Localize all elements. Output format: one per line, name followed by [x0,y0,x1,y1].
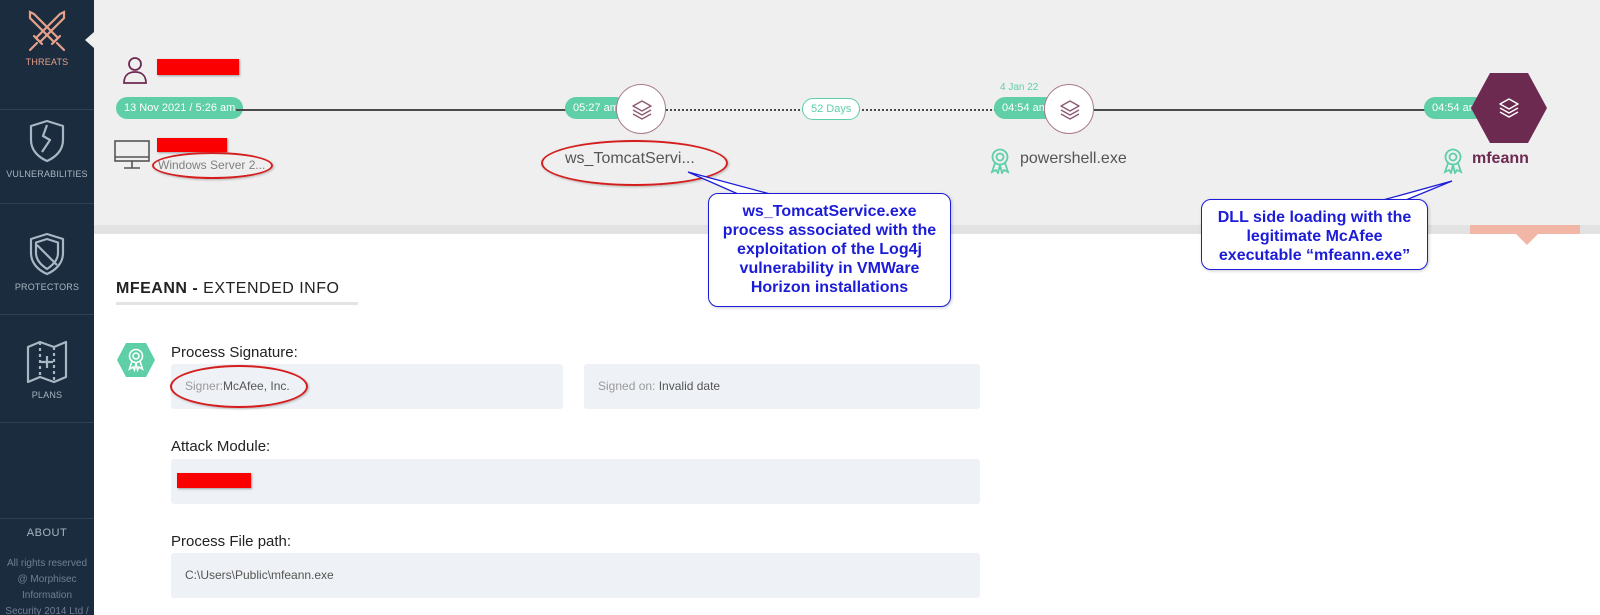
annotation-ellipse-signer [170,365,308,408]
timeline-node-mfeann-selected[interactable] [1470,72,1548,144]
certificate-icon [990,148,1010,174]
layers-icon [1060,100,1080,120]
nav-label: PLANS [31,390,63,400]
nav-plans[interactable]: PLANS [0,313,94,423]
map-icon [26,340,68,384]
nav-label: THREATS [25,57,69,67]
redacted-attack-module [177,473,251,488]
nav-vulnerabilities[interactable]: VULNERABILITIES [0,94,94,204]
file-path-label: Process File path: [171,533,292,550]
computer-icon [114,140,150,169]
signed-on-value: Invalid date [658,379,721,393]
annotation-callout-tomcat: ws_TomcatService.exe process associated … [708,193,951,307]
node-date-label: 4 Jan 22 [1000,82,1039,93]
annotation-ellipse-tomcat [541,140,728,186]
nav-label: PROTECTORS [14,282,80,292]
user-icon [123,57,147,84]
annotation-callout-mfeann: DLL side loading with the legitimate McA… [1201,199,1428,270]
nav-protectors[interactable]: PROTECTORS [0,205,94,315]
certificate-icon [1443,148,1463,174]
process-label-selected[interactable]: mfeann [1472,150,1529,168]
redacted-username [157,59,239,75]
timeline-line [1094,109,1426,111]
copyright-line: All rights reserved [6,558,88,569]
cracked-shield-icon [29,119,65,163]
certificate-icon [117,343,155,377]
copyright-line: Security 2014 Ltd / [5,606,89,615]
copyright-text: All rights reserved @ Morphisec Informat… [0,556,94,615]
timeline-node-tomcat[interactable] [616,84,666,134]
section-title: MFEANN - EXTENDED INFO [116,280,339,298]
attack-module-field [171,459,980,504]
crossed-swords-icon [28,10,66,52]
selected-node-indicator [1470,225,1580,234]
signed-on-field: Signed on: Invalid date [584,364,980,409]
copyright-line: Information [21,590,73,601]
signed-on-prefix: Signed on: [598,379,659,393]
process-signature-label: Process Signature: [171,344,298,361]
section-underline [116,302,358,305]
about-link[interactable]: ABOUT [0,518,94,548]
copyright-line: @ Morphisec [17,574,77,585]
active-indicator [85,32,94,48]
timeline-line [236,109,566,111]
section-title-process: MFEANN - [116,280,199,297]
selected-node-notch [1516,234,1538,245]
section-title-suffix: EXTENDED INFO [198,280,340,297]
shield-icon [29,232,65,276]
attack-module-label: Attack Module: [171,438,271,455]
annotation-ellipse-host [152,152,273,179]
file-path-field: C:\Users\Public\mfeann.exe [171,553,980,598]
process-label[interactable]: powershell.exe [1020,150,1127,168]
redacted-hostname [157,138,227,152]
nav-label: VULNERABILITIES [6,169,88,179]
layers-icon [632,100,652,120]
gap-duration-badge: 52 Days [802,98,861,120]
start-time-badge: 13 Nov 2021 / 5:26 am [116,97,244,119]
timeline-node-powershell[interactable] [1044,84,1094,134]
sidebar: THREATS VULNERABILITIES PROTECTORS PLANS… [0,0,94,615]
